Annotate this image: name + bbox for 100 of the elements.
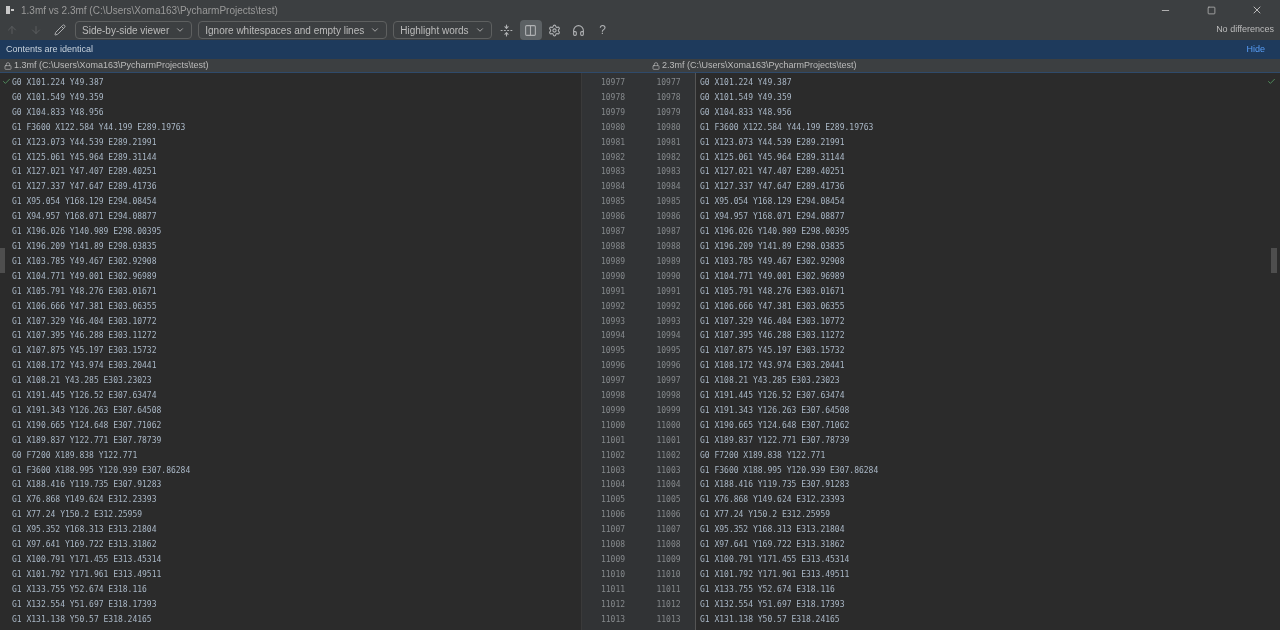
line-number: 11010 xyxy=(600,568,626,581)
diff-app-icon xyxy=(5,5,15,15)
line-number: 10996 xyxy=(656,360,681,373)
scrollbar-thumb[interactable] xyxy=(1271,248,1277,273)
code-line: G1 X105.791 Y48.276 E303.01671 xyxy=(700,285,845,298)
code-line: G1 X125.061 Y45.964 E289.31144 xyxy=(12,151,157,164)
file-path: 2.3mf (C:\Users\Xoma163\PycharmProjects\test) xyxy=(662,58,857,72)
line-number: 10983 xyxy=(600,166,626,179)
line-number: 10988 xyxy=(600,240,626,253)
code-line: G1 X95.054 Y168.129 E294.08454 xyxy=(700,196,845,209)
line-number: 11003 xyxy=(656,464,681,477)
code-line: G1 X189.837 Y122.771 E307.78739 xyxy=(12,434,162,447)
code-line: G1 X108.172 Y43.974 E303.20441 xyxy=(700,360,845,373)
line-number: 10987 xyxy=(600,226,626,239)
code-line: G1 X95.054 Y168.129 E294.08454 xyxy=(12,196,157,209)
code-line: G1 X100.791 Y171.455 E313.45314 xyxy=(12,554,162,566)
scrollbar-thumb[interactable] xyxy=(0,248,5,273)
line-number: 11002 xyxy=(600,449,626,462)
code-line: G1 X107.875 Y45.197 E303.15732 xyxy=(12,345,157,358)
line-number: 10977 xyxy=(600,77,626,89)
line-number: 11007 xyxy=(656,524,681,537)
line-number: 10979 xyxy=(600,106,626,119)
code-line: G1 X196.026 Y140.989 E298.00395 xyxy=(12,226,162,239)
code-line: G1 X123.073 Y44.539 E289.21991 xyxy=(12,136,157,149)
code-line: G1 X76.868 Y149.624 E312.23393 xyxy=(700,494,845,507)
caret-icon xyxy=(175,25,186,35)
code-line: G1 F3600 X122.584 Y44.199 E289.19763 xyxy=(12,121,186,134)
toggle-button[interactable] xyxy=(519,20,542,40)
code-line: G1 X191.343 Y126.263 E307.64508 xyxy=(12,404,162,417)
code-line: G1 X127.021 Y47.407 E289.40251 xyxy=(700,166,845,179)
line-number: 10997 xyxy=(600,375,626,388)
line-number: 10994 xyxy=(656,330,681,343)
hide-link[interactable]: Hide xyxy=(1246,42,1265,57)
line-number: 11012 xyxy=(600,598,626,611)
code-line: G1 X101.792 Y171.961 E313.49511 xyxy=(700,568,850,581)
code-line: G1 F3600 X122.584 Y44.199 E289.19763 xyxy=(700,121,874,134)
line-number: 10980 xyxy=(656,121,681,134)
line-number: 10994 xyxy=(600,330,626,343)
code-line: G1 X196.026 Y140.989 E298.00395 xyxy=(700,226,850,239)
code-line: G1 X94.957 Y168.071 E294.08877 xyxy=(12,211,157,224)
code-line: G1 X77.24 Y150.2 E312.25959 xyxy=(700,509,831,522)
notification-message: Contents are identical xyxy=(6,42,94,56)
line-number: 11012 xyxy=(656,598,681,611)
line-number: 10979 xyxy=(656,106,681,119)
code-line: G1 X127.337 Y47.647 E289.41736 xyxy=(12,181,157,194)
lock-icon xyxy=(652,61,660,70)
check-icon xyxy=(2,77,11,86)
close-icon xyxy=(1251,4,1263,16)
line-number: 11009 xyxy=(600,554,626,566)
dropdown-button[interactable]: Highlight words xyxy=(393,21,492,39)
diff-status: No differences xyxy=(1216,23,1274,37)
line-number: 10991 xyxy=(600,285,626,298)
line-number: 10978 xyxy=(600,91,626,104)
line-number: 11000 xyxy=(656,419,681,432)
code-line: G1 X132.554 Y51.697 E318.17393 xyxy=(12,598,157,611)
code-line: G0 X104.833 Y48.956 xyxy=(12,106,104,119)
line-number: 11008 xyxy=(656,539,681,552)
dropdown-button[interactable]: Side-by-side viewer xyxy=(75,21,193,39)
code-line: G1 X105.791 Y48.276 E303.01671 xyxy=(12,285,157,298)
code-line: G1 X106.666 Y47.381 E303.06355 xyxy=(700,300,845,313)
line-number: 11006 xyxy=(600,509,626,522)
line-number: 11008 xyxy=(600,539,626,552)
code-line: G1 X196.209 Y141.89 E298.03835 xyxy=(12,240,157,253)
code-line: G1 X94.957 Y168.071 E294.08877 xyxy=(700,211,845,224)
code-line: G0 F7200 X189.838 Y122.771 xyxy=(12,449,138,462)
dropdown-button[interactable]: Ignore whitespaces and empty lines xyxy=(198,21,388,39)
line-number: 10986 xyxy=(600,211,626,224)
code-line: G1 X101.792 Y171.961 E313.49511 xyxy=(12,568,162,581)
line-number: 11005 xyxy=(600,494,626,507)
code-line: G1 X107.395 Y46.288 E303.11272 xyxy=(700,330,845,343)
code-line: G1 X190.665 Y124.648 E307.71062 xyxy=(12,419,162,432)
code-line: G1 X104.771 Y49.001 E302.96989 xyxy=(700,270,845,283)
code-line: G0 X101.549 Y49.359 xyxy=(12,91,104,104)
line-number: 10996 xyxy=(600,360,626,373)
fold-icon xyxy=(500,23,514,37)
line-number: 10998 xyxy=(600,390,626,403)
line-number: 10990 xyxy=(600,270,626,283)
line-number: 10984 xyxy=(600,181,626,194)
line-number: 11011 xyxy=(600,583,626,596)
code-line: G1 X123.073 Y44.539 E289.21991 xyxy=(700,136,845,149)
line-number: 11005 xyxy=(656,494,681,507)
line-number: 10983 xyxy=(656,166,681,179)
code-line: G1 X107.329 Y46.404 E303.10772 xyxy=(12,315,157,328)
line-number: 11000 xyxy=(600,419,626,432)
headset-icon xyxy=(572,23,586,37)
code-line: G1 X190.665 Y124.648 E307.71062 xyxy=(700,419,850,432)
code-line: G1 X188.416 Y119.735 E307.91283 xyxy=(12,479,162,492)
code-line: G1 X108.21 Y43.285 E303.23023 xyxy=(700,375,840,388)
help-button[interactable]: ? xyxy=(591,20,614,40)
code-line: G1 X107.875 Y45.197 E303.15732 xyxy=(700,345,845,358)
line-number: 10981 xyxy=(600,136,626,149)
line-number: 10999 xyxy=(600,404,626,417)
line-number: 10998 xyxy=(656,390,681,403)
code-line: G1 X108.21 Y43.285 E303.23023 xyxy=(12,375,152,388)
line-number: 10989 xyxy=(656,255,681,268)
code-line: G1 X132.554 Y51.697 E318.17393 xyxy=(700,598,845,611)
line-number: 11001 xyxy=(656,434,681,447)
line-number: 10985 xyxy=(600,196,626,209)
line-number: 10985 xyxy=(656,196,681,209)
code-line: G1 X107.329 Y46.404 E303.10772 xyxy=(700,315,845,328)
